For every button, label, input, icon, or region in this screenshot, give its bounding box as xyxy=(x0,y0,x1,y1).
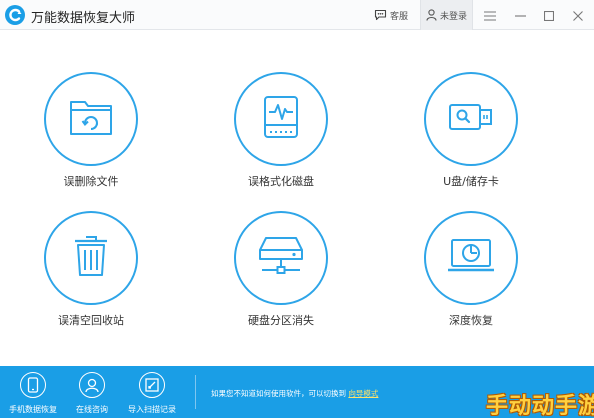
hamburger-icon xyxy=(484,6,496,25)
tile-label: U盘/储存卡 xyxy=(443,175,499,188)
wizard-mode-link[interactable]: 向导模式 xyxy=(348,389,378,398)
phone-icon xyxy=(20,372,46,398)
login-label: 未登录 xyxy=(440,11,468,22)
wizard-hint: 如果您不知道如何使用软件，可以切换到 向导模式 xyxy=(211,388,378,399)
recycle-bin-icon xyxy=(74,235,108,281)
tile-icon-circle xyxy=(424,211,518,305)
folder-recycle-icon xyxy=(68,97,114,141)
hard-drive-network-icon xyxy=(258,235,304,281)
disk-wave-icon xyxy=(259,95,303,143)
tile-icon-circle xyxy=(44,211,138,305)
online-consult-button[interactable]: 在线咨询 xyxy=(64,366,120,418)
tile-recycle-bin[interactable]: 误清空回收站 xyxy=(11,211,171,361)
tile-deleted-files[interactable]: 误删除文件 xyxy=(11,72,171,222)
maximize-icon xyxy=(543,6,555,25)
tile-usb-card[interactable]: U盘/储存卡 xyxy=(391,72,551,222)
footer-button-label: 在线咨询 xyxy=(76,405,108,414)
footer-button-label: 手机数据恢复 xyxy=(9,405,57,414)
minimize-button[interactable] xyxy=(505,0,535,30)
user-support-icon xyxy=(79,372,105,398)
footer-button-label: 导入扫描记录 xyxy=(128,405,176,414)
tile-icon-circle xyxy=(44,72,138,166)
import-icon xyxy=(139,372,165,398)
tile-label: 硬盘分区消失 xyxy=(248,314,314,327)
tile-icon-circle xyxy=(424,72,518,166)
tile-deep-recovery[interactable]: 深度恢复 xyxy=(391,211,551,361)
login-button[interactable]: 未登录 xyxy=(420,0,473,30)
tile-label: 误格式化磁盘 xyxy=(248,175,314,188)
tile-label: 误清空回收站 xyxy=(58,314,124,327)
import-scan-record-button[interactable]: 导入扫描记录 xyxy=(124,366,180,418)
app-logo-icon xyxy=(5,5,25,25)
feedback-label: 客服 xyxy=(390,11,409,22)
monitor-scan-icon xyxy=(447,238,495,278)
tile-icon-circle xyxy=(234,211,328,305)
tile-icon-circle xyxy=(234,72,328,166)
tile-formatted-disk[interactable]: 误格式化磁盘 xyxy=(201,72,361,222)
usb-drive-icon xyxy=(448,100,494,138)
close-button[interactable] xyxy=(563,0,593,30)
title-bar: 万能数据恢复大师 客服 未登录 xyxy=(0,0,594,30)
user-icon xyxy=(426,6,437,25)
minimize-icon xyxy=(514,6,526,25)
phone-recovery-button[interactable]: 手机数据恢复 xyxy=(5,366,61,418)
tile-lost-partition[interactable]: 硬盘分区消失 xyxy=(201,211,361,361)
footer-divider xyxy=(195,375,196,409)
app-title: 万能数据恢复大师 xyxy=(31,11,136,26)
tile-label: 误删除文件 xyxy=(63,175,119,188)
close-icon xyxy=(573,6,583,25)
menu-button[interactable] xyxy=(475,0,505,30)
wizard-hint-text: 如果您不知道如何使用软件，可以切换到 xyxy=(211,389,346,398)
tile-label: 深度恢复 xyxy=(449,314,493,327)
feedback-button[interactable]: 客服 xyxy=(374,0,420,30)
chat-icon xyxy=(374,6,387,25)
watermark: 手动动手游 xyxy=(486,394,594,419)
maximize-button[interactable] xyxy=(534,0,564,30)
